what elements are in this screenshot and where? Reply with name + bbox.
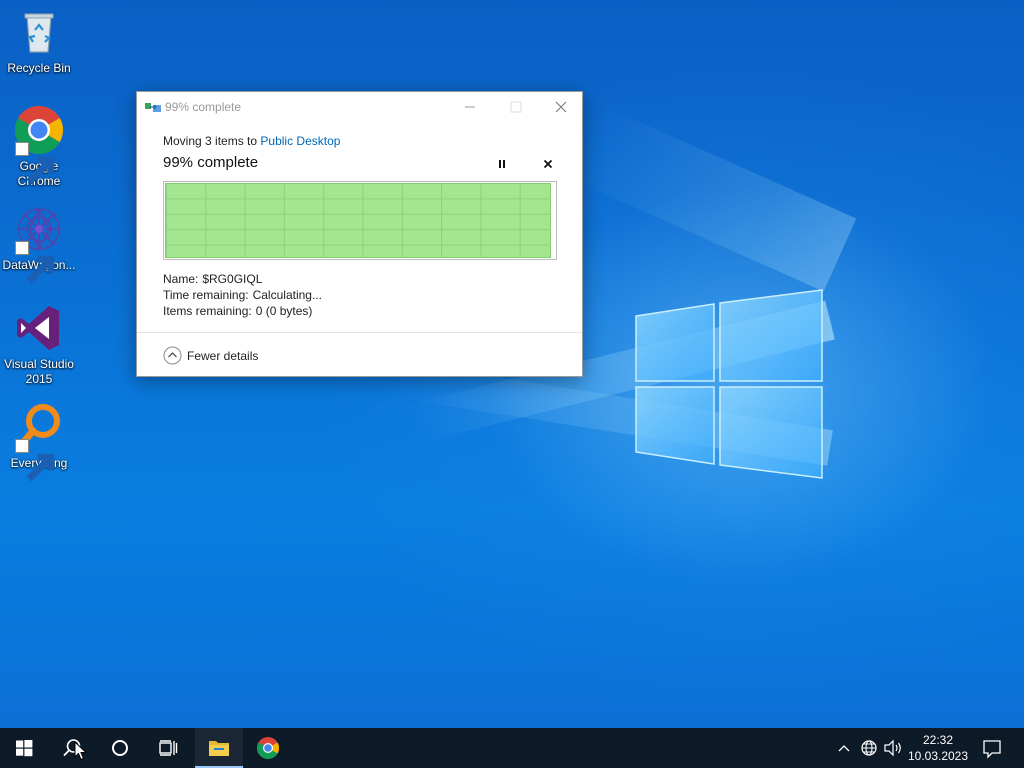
start-button[interactable] [0,728,48,768]
wallpaper-beam [567,104,857,292]
fewer-details-label: Fewer details [187,349,259,363]
desktop-icon-label: Visual Studio 2015 [4,357,74,386]
progress-status: 99% complete [163,154,259,171]
clock-time: 22:32 [922,733,954,747]
divider [137,332,582,333]
volume-icon [884,739,901,757]
datawagon-icon [13,203,65,284]
progress-graph [163,181,557,260]
start-icon [16,740,33,757]
pause-icon [499,160,505,168]
detail-items-remaining: Items remaining: 0 (0 bytes) [163,304,312,318]
minimize-icon [465,106,475,108]
network-button[interactable] [858,728,880,768]
minimize-button[interactable] [447,92,493,122]
desktop-icon-visual-studio[interactable]: Visual Studio 2015 [0,302,78,387]
recycle-bin-icon [13,6,65,58]
cortana-button[interactable] [96,728,144,768]
taskbar-clock[interactable]: 22:32 10.03.2023 [904,732,972,764]
operation-description: Moving 3 items to Public Desktop [163,134,340,148]
chevron-up-icon [838,745,850,752]
detail-name: Name: $RG0GIQL [163,272,262,286]
detail-time-remaining: Time remaining: Calculating... [163,288,322,302]
file-operation-dialog: 99% complete Moving 3 items to Public De… [136,91,583,377]
action-center-button[interactable] [980,728,1004,768]
pause-button[interactable] [492,155,512,173]
chrome-taskbar-button[interactable] [244,728,292,768]
taskbar: 22:32 10.03.2023 [0,728,1024,768]
detail-value: Calculating... [252,288,322,302]
notification-icon [983,740,1001,759]
window-title: 99% complete [165,100,242,114]
shortcut-arrow-icon [15,241,55,284]
operation-prefix: Moving 3 items to [163,134,258,148]
windows-logo-wallpaper [635,289,823,479]
close-icon [543,159,553,169]
detail-label: Name: [163,272,199,286]
desktop-icon-google-chrome[interactable]: Google Chrome [0,104,78,189]
task-view-button[interactable] [144,728,192,768]
detail-value: 0 (0 bytes) [255,304,313,318]
desktop-icon-recycle-bin[interactable]: Recycle Bin [0,6,78,76]
cortana-icon [112,740,128,756]
detail-value: $RG0GIQL [202,272,263,286]
desktop: Recycle Bin Google Chrome DataWagon... V… [0,0,1024,728]
cancel-operation-button[interactable] [538,155,558,173]
chrome-icon [13,104,65,185]
volume-button[interactable] [882,728,904,768]
detail-label: Items remaining: [163,304,252,318]
progress-fill [165,183,552,258]
network-globe-icon [861,740,877,756]
shortcut-arrow-icon [15,439,55,482]
desktop-icon-datawagon[interactable]: DataWagon... [0,203,78,284]
title-bar[interactable]: 99% complete [137,92,582,122]
clock-date: 10.03.2023 [907,749,969,763]
visual-studio-icon [13,302,65,354]
task-view-icon [159,740,178,756]
mouse-cursor-icon [74,741,88,761]
file-explorer-icon [209,741,229,756]
chevron-up-circle-icon [163,346,182,365]
maximize-button[interactable] [493,92,539,122]
everything-search-icon [13,401,65,482]
shortcut-arrow-icon [15,142,55,185]
file-move-icon [145,103,161,112]
chrome-icon [257,737,279,759]
search-button[interactable] [48,728,96,768]
file-explorer-button[interactable] [195,728,243,768]
close-window-button[interactable] [538,92,584,122]
detail-label: Time remaining: [163,288,249,302]
desktop-icon-everything[interactable]: Everything [0,401,78,482]
desktop-icon-label: Recycle Bin [7,61,71,75]
maximize-icon [510,101,522,113]
close-icon [555,101,567,113]
show-hidden-icons-button[interactable] [834,728,854,768]
destination-link[interactable]: Public Desktop [260,134,340,148]
